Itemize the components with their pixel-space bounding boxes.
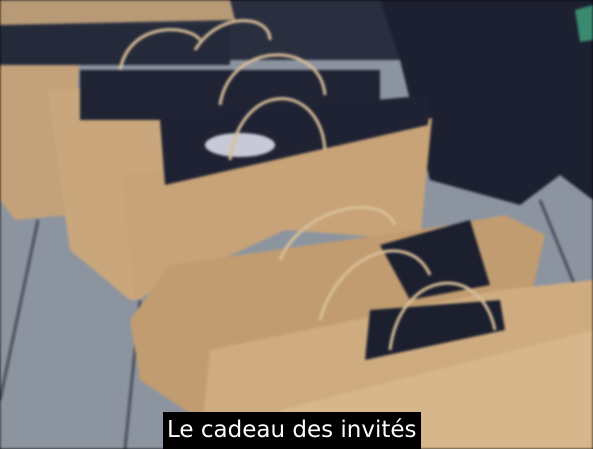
caption: Le cadeau des invités	[163, 412, 421, 449]
gift-bags-photo	[0, 0, 593, 449]
bag-1-contents	[0, 25, 230, 65]
photo-frame: Le cadeau des invités	[0, 0, 593, 449]
box-print	[205, 133, 275, 157]
